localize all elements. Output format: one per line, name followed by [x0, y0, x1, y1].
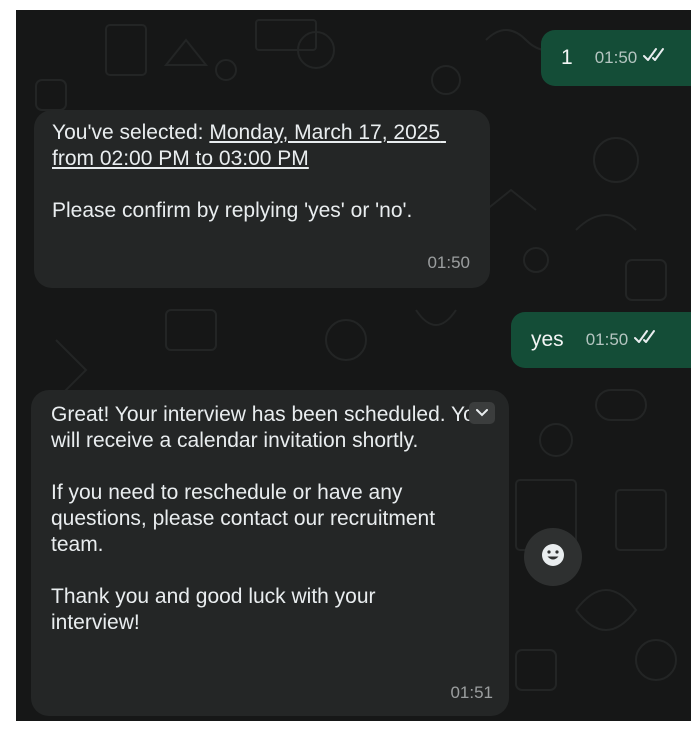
outgoing-message[interactable]: yes 01:50: [511, 312, 691, 368]
message-paragraph: If you need to reschedule or have any qu…: [51, 481, 441, 556]
message-paragraph: Great! Your interview has been scheduled…: [51, 403, 486, 452]
message-text: 1: [561, 46, 573, 69]
chat-panel[interactable]: 1 01:50 You've selected: Monday, March 1…: [16, 10, 691, 721]
chevron-down-icon[interactable]: [469, 402, 495, 424]
double-check-icon: [643, 45, 669, 71]
message-prefix: You've selected:: [52, 121, 210, 144]
message-time: 01:51: [450, 683, 493, 702]
reaction-button[interactable]: [524, 528, 582, 586]
message-body: Please confirm by replying 'yes' or 'no'…: [52, 199, 413, 222]
smiley-icon: [541, 543, 565, 572]
message-text: yes: [531, 328, 564, 351]
outgoing-message[interactable]: 1 01:50: [541, 30, 691, 86]
message-text: You've selected: Monday, March 17, 2025 …: [52, 120, 470, 172]
message-time: 01:50: [594, 48, 638, 67]
double-check-icon: [634, 327, 660, 353]
incoming-message[interactable]: You've selected: Monday, March 17, 2025 …: [34, 110, 490, 288]
incoming-message[interactable]: Great! Your interview has been scheduled…: [31, 390, 509, 716]
message-paragraph: Thank you and good luck with your interv…: [51, 585, 382, 634]
message-time: 01:50: [427, 253, 470, 272]
message-time: 01:50: [585, 330, 629, 349]
